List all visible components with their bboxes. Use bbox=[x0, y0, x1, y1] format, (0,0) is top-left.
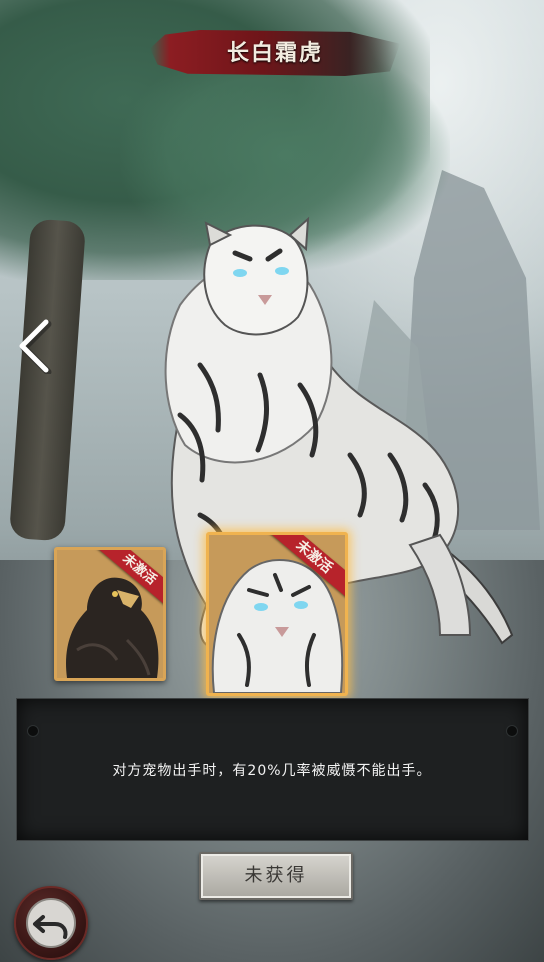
back-button[interactable] bbox=[14, 886, 88, 960]
panel-nail bbox=[506, 725, 518, 737]
skill-description: 对方宠物出手时，有20%几率被威慑不能出手。 bbox=[112, 763, 432, 779]
pet-detail-screen: 长白霜虎 未激活 未激活 对方宠物出手时，有20%几率被威慑不能出手。 未获得 bbox=[0, 0, 544, 962]
pet-card-eagle[interactable]: 未激活 bbox=[54, 547, 166, 681]
obtain-status-button[interactable]: 未获得 bbox=[199, 852, 353, 900]
back-arrow-icon bbox=[26, 898, 76, 948]
page-title: 长白霜虎 bbox=[226, 40, 323, 66]
chevron-left-icon bbox=[19, 319, 52, 376]
pet-card-tiger[interactable]: 未激活 bbox=[206, 532, 348, 696]
panel-nail bbox=[27, 725, 39, 737]
previous-pet-button[interactable] bbox=[14, 318, 54, 376]
